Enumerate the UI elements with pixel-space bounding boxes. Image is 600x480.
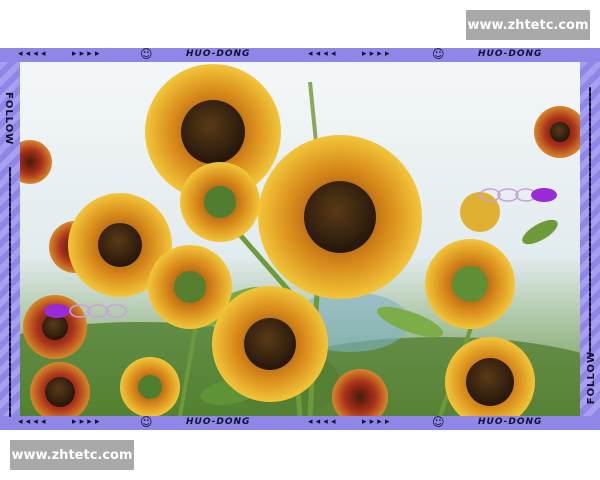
smiley-icon: ☺	[140, 415, 153, 429]
arrows-icon: ◂ ◂ ◂ ◂	[308, 49, 336, 59]
watermark-top: www.zhtetc.com	[466, 10, 590, 40]
sunflower-large	[258, 135, 422, 299]
arrows-icon: ▸ ▸ ▸ ▸	[362, 49, 390, 59]
frame-top-strip: ◂ ◂ ◂ ◂ ▸ ▸ ▸ ▸ ☺ HUO-DONG ◂ ◂ ◂ ◂ ▸ ▸ ▸…	[0, 47, 600, 62]
sunflower-illustration	[20, 62, 580, 416]
arrows-icon: ◂ ◂ ◂ ◂	[18, 49, 46, 59]
smiley-icon: ☺	[432, 415, 445, 429]
frame-right-side: FOLLOW	[580, 62, 600, 416]
follow-label: FOLLOW	[586, 350, 597, 404]
arrows-icon: ▸ ▸ ▸ ▸	[72, 417, 100, 427]
frame-brand: HUO-DONG	[186, 417, 251, 427]
frame-brand: HUO-DONG	[186, 49, 251, 59]
arrows-icon: ◂ ◂ ◂ ◂	[308, 417, 336, 427]
smiley-icon: ☺	[432, 47, 445, 61]
smiley-icon: ☺	[140, 47, 153, 61]
frame-left-side: FOLLOW	[0, 62, 20, 417]
follow-label: FOLLOW	[3, 92, 14, 146]
frame-brand: HUO-DONG	[478, 417, 543, 427]
arrows-icon: ◂ ◂ ◂ ◂	[18, 417, 46, 427]
sunflower-bottom	[212, 286, 328, 402]
dotted-line	[589, 87, 591, 357]
arrows-icon: ▸ ▸ ▸ ▸	[362, 417, 390, 427]
watermark-bottom: www.zhtetc.com	[10, 440, 134, 470]
frame-bottom-strip: ◂ ◂ ◂ ◂ ▸ ▸ ▸ ▸ ☺ HUO-DONG ◂ ◂ ◂ ◂ ▸ ▸ ▸…	[0, 415, 600, 430]
sunflower-photo	[20, 62, 580, 416]
dotted-line	[9, 167, 11, 417]
arrows-icon: ▸ ▸ ▸ ▸	[72, 49, 100, 59]
frame-brand: HUO-DONG	[478, 49, 543, 59]
